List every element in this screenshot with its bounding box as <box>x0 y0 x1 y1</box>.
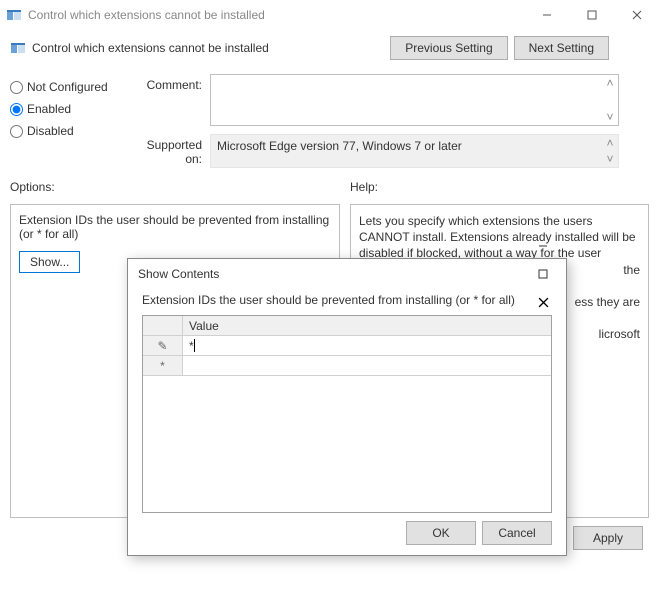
modal-titlebar: Show Contents <box>128 259 566 289</box>
value-column-header: Value <box>183 316 551 335</box>
maximize-button[interactable] <box>569 0 614 30</box>
grid-row[interactable]: ✎ * <box>143 336 551 356</box>
comment-input[interactable]: ˄˅ <box>210 74 619 126</box>
radio-enabled[interactable]: Enabled <box>10 102 130 116</box>
radio-not-configured[interactable]: Not Configured <box>10 80 130 94</box>
options-desc: Extension IDs the user should be prevent… <box>19 213 331 241</box>
comment-label: Comment: <box>130 74 210 92</box>
help-label: Help: <box>350 180 649 194</box>
grid-header: Value <box>143 316 551 336</box>
scrollbar[interactable]: ˄˅ <box>602 135 618 167</box>
window-controls <box>524 0 659 30</box>
options-label: Options: <box>10 180 340 194</box>
app-icon <box>6 7 22 23</box>
header-row: Control which extensions cannot be insta… <box>0 30 659 70</box>
radio-label: Not Configured <box>27 80 108 94</box>
minimize-button[interactable] <box>524 0 569 30</box>
config-row: Not Configured Enabled Disabled Comment:… <box>0 70 659 170</box>
value-cell[interactable]: * <box>183 336 551 355</box>
modal-footer: OK Cancel <box>128 513 566 555</box>
close-button[interactable] <box>614 0 659 30</box>
state-radios: Not Configured Enabled Disabled <box>10 74 130 146</box>
modal-maximize-button[interactable] <box>524 260 562 288</box>
modal-title: Show Contents <box>138 267 524 281</box>
row-marker-icon: * <box>143 356 183 375</box>
previous-setting-button[interactable]: Previous Setting <box>390 36 507 60</box>
modal-minimize-button[interactable] <box>524 232 562 260</box>
modal-ok-button[interactable]: OK <box>406 521 476 545</box>
scrollbar[interactable]: ˄˅ <box>602 75 618 125</box>
supported-box: Microsoft Edge version 77, Windows 7 or … <box>210 134 619 168</box>
policy-icon <box>10 40 26 56</box>
radio-disabled[interactable]: Disabled <box>10 124 130 138</box>
apply-button[interactable]: Apply <box>573 526 643 550</box>
grid-corner <box>143 316 183 335</box>
radio-label: Enabled <box>27 102 71 116</box>
grid-row[interactable]: * <box>143 356 551 376</box>
text-cursor <box>194 339 195 352</box>
help-text: Lets you specify which extensions the us… <box>359 213 640 262</box>
show-button[interactable]: Show... <box>19 251 80 273</box>
titlebar: Control which extensions cannot be insta… <box>0 0 659 30</box>
modal-cancel-button[interactable]: Cancel <box>482 521 552 545</box>
supported-label: Supported on: <box>130 134 210 166</box>
value-grid[interactable]: Value ✎ * * <box>142 315 552 513</box>
page-title: Control which extensions cannot be insta… <box>32 41 390 55</box>
modal-desc: Extension IDs the user should be prevent… <box>142 293 552 307</box>
value-cell[interactable] <box>183 356 551 375</box>
next-setting-button[interactable]: Next Setting <box>514 36 609 60</box>
row-marker-icon: ✎ <box>143 336 183 355</box>
window-title: Control which extensions cannot be insta… <box>28 8 524 22</box>
show-contents-dialog: Show Contents Extension IDs the user sho… <box>127 258 567 556</box>
supported-text: Microsoft Edge version 77, Windows 7 or … <box>217 139 462 153</box>
radio-label: Disabled <box>27 124 74 138</box>
